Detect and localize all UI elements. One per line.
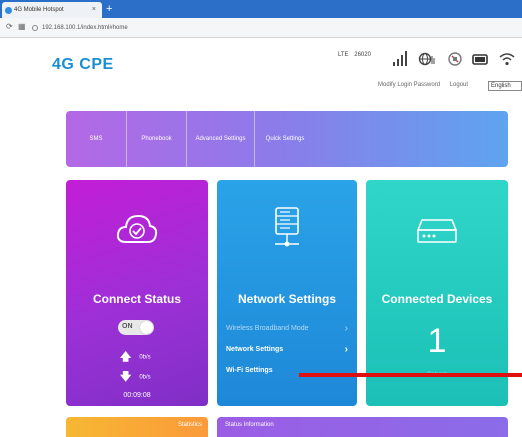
status-information-title: Status Information [225, 422, 274, 428]
menu-item-phonebook[interactable]: Phonebook [127, 111, 187, 167]
cloud-check-icon [116, 214, 158, 243]
menu-item-quick-settings[interactable]: Quick Settings [255, 111, 315, 167]
statistics-panel-header: Statistics [66, 417, 208, 437]
network-settings-title: Network Settings [237, 292, 336, 306]
network-type-text: LTE [338, 52, 349, 58]
language-select[interactable]: English [488, 81, 522, 91]
connected-devices-title: Connected Devices [381, 292, 493, 306]
network-settings-link[interactable]: Network Settings › [226, 344, 348, 355]
chevron-right-icon: › [344, 323, 348, 334]
download-arrow-icon: 🡇 [120, 371, 132, 383]
top-menu-bar: SMS Phonebook Advanced Settings Quick Se… [66, 111, 508, 167]
router-device-icon [416, 219, 458, 243]
favicon-icon [5, 7, 12, 14]
chevron-right-icon: › [344, 344, 348, 355]
globe-data-icon [418, 52, 435, 66]
menu-item-advanced-settings[interactable]: Advanced Settings [187, 111, 255, 167]
device-count: 1 [427, 322, 447, 360]
upload-arrow-icon: 🡅 [120, 351, 132, 363]
download-rate-value: 0b/s [139, 374, 151, 381]
reload-icon[interactable]: ⟳ [6, 22, 13, 31]
new-tab-button[interactable]: + [106, 3, 112, 15]
site-info-icon[interactable] [32, 25, 38, 31]
header-links: Modify Login Password Logout [378, 82, 476, 88]
connection-toggle[interactable]: ON [118, 320, 154, 335]
network-type: LTE 26020 [338, 52, 371, 58]
wireless-broadband-mode-label: Wireless Broadband Mode [226, 325, 309, 332]
wireless-broadband-mode-link[interactable]: Wireless Broadband Mode › [226, 323, 348, 334]
upload-rate-value: 0b/s [139, 354, 151, 361]
network-settings-label: Network Settings [226, 346, 284, 353]
toggle-knob [140, 321, 153, 334]
connection-duration: 00:09:08 [123, 392, 151, 399]
band-text: 26020 [354, 52, 371, 58]
upload-rate: 🡅 0b/s [120, 348, 151, 367]
browser-tab-bar: 4G Mobile Hotspot × + [0, 0, 522, 18]
annotation-pointer-line [299, 373, 522, 377]
signal-strength-icon [393, 51, 407, 66]
connect-status-card: Connect Status ON 🡅 0b/s 🡇 0b/s 00:09:08 [66, 180, 208, 406]
language-value: English [491, 83, 511, 89]
tab-title: 4G Mobile Hotspot [14, 7, 64, 13]
apps-icon[interactable]: ▦ [18, 22, 26, 31]
browser-tab[interactable]: 4G Mobile Hotspot × [2, 2, 102, 18]
wifi-settings-label: Wi-Fi Settings [226, 367, 273, 374]
logout-link[interactable]: Logout [450, 82, 468, 88]
address-bar: ⟳ ▦ 192.168.100.1/index.html#home [0, 18, 522, 38]
wifi-icon [499, 53, 515, 66]
url-text: 192.168.100.1/index.html#home [42, 25, 128, 31]
battery-icon [472, 54, 488, 65]
status-information-panel-header: Status Information [217, 417, 508, 437]
sim-status-icon [448, 52, 462, 66]
connect-status-title: Connect Status [92, 292, 181, 306]
statistics-title: Statistics [177, 422, 202, 428]
download-rate: 🡇 0b/s [120, 368, 151, 387]
brand-logo: 4G CPE [52, 56, 114, 73]
modify-password-link[interactable]: Modify Login Password [378, 82, 440, 88]
toggle-label: ON [122, 323, 133, 330]
server-network-icon [275, 207, 299, 247]
url-field[interactable]: 192.168.100.1/index.html#home [30, 22, 510, 34]
menu-item-sms[interactable]: SMS [66, 111, 127, 167]
close-tab-icon[interactable]: × [92, 2, 96, 18]
